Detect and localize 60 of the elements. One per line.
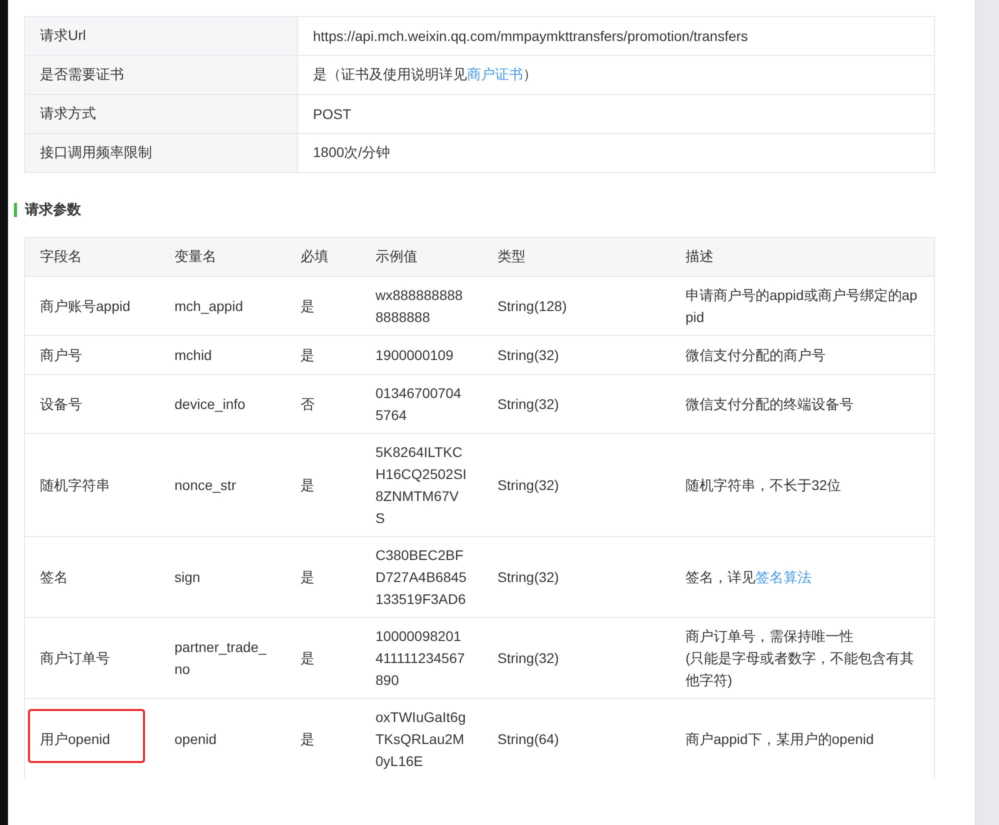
table-cell: String(64) — [482, 698, 670, 779]
column-header: 描述 — [670, 238, 934, 276]
table-cell: openid — [160, 698, 286, 779]
table-cell: 1800次/分钟 — [298, 134, 934, 172]
table-cell: 请求Url — [24, 16, 298, 56]
table-cell: 用户openid — [24, 698, 160, 779]
table-cell: 否 — [286, 374, 360, 434]
column-header: 变量名 — [160, 238, 286, 276]
table-cell: 是 — [286, 698, 360, 779]
table-cell: nonce_str — [160, 434, 286, 536]
table-cell: 5K8264ILTKCH16CQ2502SI8ZNMTM67VS — [360, 434, 482, 536]
table-cell: 商户号 — [24, 336, 160, 374]
table-cell: 请求方式 — [24, 94, 298, 134]
scrollbar-track[interactable] — [975, 0, 999, 825]
table-cell: partner_trade_no — [160, 618, 286, 698]
table-cell: String(128) — [482, 276, 670, 336]
table-cell: 10000098201411111234567890 — [360, 618, 482, 698]
link[interactable]: 商户证书 — [467, 66, 523, 82]
column-header: 必填 — [286, 238, 360, 276]
table-cell: 是 — [286, 536, 360, 618]
link[interactable]: 签名算法 — [756, 569, 812, 585]
table-cell: 是否需要证书 — [24, 56, 298, 94]
table-cell: 是 — [286, 276, 360, 336]
table-cell: String(32) — [482, 434, 670, 536]
table-cell: String(32) — [482, 536, 670, 618]
table-cell: 商户账号appid — [24, 276, 160, 336]
table-cell: String(32) — [482, 618, 670, 698]
column-header: 字段名 — [24, 238, 160, 276]
table-cell: 申请商户号的appid或商户号绑定的appid — [670, 276, 934, 336]
table-cell: 是 — [286, 434, 360, 536]
table-cell: 接口调用频率限制 — [24, 134, 298, 172]
table-cell: device_info — [160, 374, 286, 434]
table-cell: sign — [160, 536, 286, 618]
column-header: 类型 — [482, 238, 670, 276]
table-cell: mchid — [160, 336, 286, 374]
table-cell: C380BEC2BFD727A4B6845133519F3AD6 — [360, 536, 482, 618]
table-cell: 是 — [286, 336, 360, 374]
table-cell: 随机字符串，不长于32位 — [670, 434, 934, 536]
table-cell: 签名 — [24, 536, 160, 618]
table-cell: 1900000109 — [360, 336, 482, 374]
table-cell: String(32) — [482, 374, 670, 434]
section-title: 请求参数 — [25, 201, 81, 219]
table-cell: String(32) — [482, 336, 670, 374]
table-cell: 013467007045764 — [360, 374, 482, 434]
table-cell: 微信支付分配的商户号 — [670, 336, 934, 374]
table-cell: 是（证书及使用说明详见商户证书） — [298, 56, 934, 94]
table-cell: 微信支付分配的终端设备号 — [670, 374, 934, 434]
table-cell: 商户订单号 — [24, 618, 160, 698]
column-header: 示例值 — [360, 238, 482, 276]
table-cell: 设备号 — [24, 374, 160, 434]
table-cell: 随机字符串 — [24, 434, 160, 536]
table-cell: 商户appid下，某用户的openid — [670, 698, 934, 779]
table-cell: wx8888888888888888 — [360, 276, 482, 336]
table-cell: mch_appid — [160, 276, 286, 336]
table-cell: 是 — [286, 618, 360, 698]
table-cell: https://api.mch.weixin.qq.com/mmpaymkttransfers/promotion/transfers — [298, 16, 934, 56]
table-cell: POST — [298, 94, 934, 134]
table-cell: 签名，详见签名算法 — [670, 536, 934, 618]
table-cell: 商户订单号，需保持唯一性 (只能是字母或者数字，不能包含有其他字符) — [670, 618, 934, 698]
table-cell: oxTWIuGaIt6gTKsQRLau2M0yL16E — [360, 698, 482, 779]
